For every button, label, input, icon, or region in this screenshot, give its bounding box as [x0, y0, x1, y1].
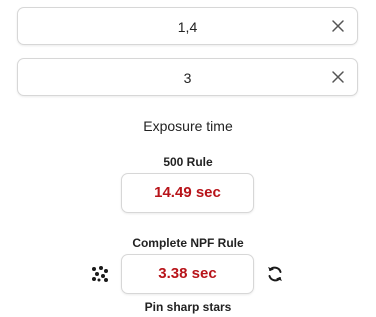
- focal-field[interactable]: 3: [17, 58, 358, 96]
- clear-aperture-button[interactable]: [329, 17, 347, 35]
- close-icon: [332, 20, 344, 32]
- npf-caption: Pin sharp stars: [144, 300, 232, 314]
- aperture-value[interactable]: 1,4: [18, 8, 357, 44]
- exposure-heading: Exposure time: [143, 118, 233, 134]
- exposure-calculator: 1,4 3 Exposure time 500 Rule 14.49 sec C…: [0, 0, 376, 317]
- rule-500-title: 500 Rule: [163, 155, 213, 169]
- refresh-button[interactable]: [265, 264, 285, 284]
- stars-dots-icon: [92, 266, 108, 282]
- refresh-icon: [268, 266, 282, 282]
- focal-value[interactable]: 3: [18, 59, 357, 95]
- npf-result: 3.38 sec: [121, 254, 254, 294]
- stars-button[interactable]: [90, 264, 110, 284]
- rule-500-result: 14.49 sec: [121, 173, 254, 213]
- npf-rule-title: Complete NPF Rule: [132, 236, 244, 250]
- clear-focal-button[interactable]: [329, 68, 347, 86]
- aperture-field[interactable]: 1,4: [17, 7, 358, 45]
- close-icon: [332, 71, 344, 83]
